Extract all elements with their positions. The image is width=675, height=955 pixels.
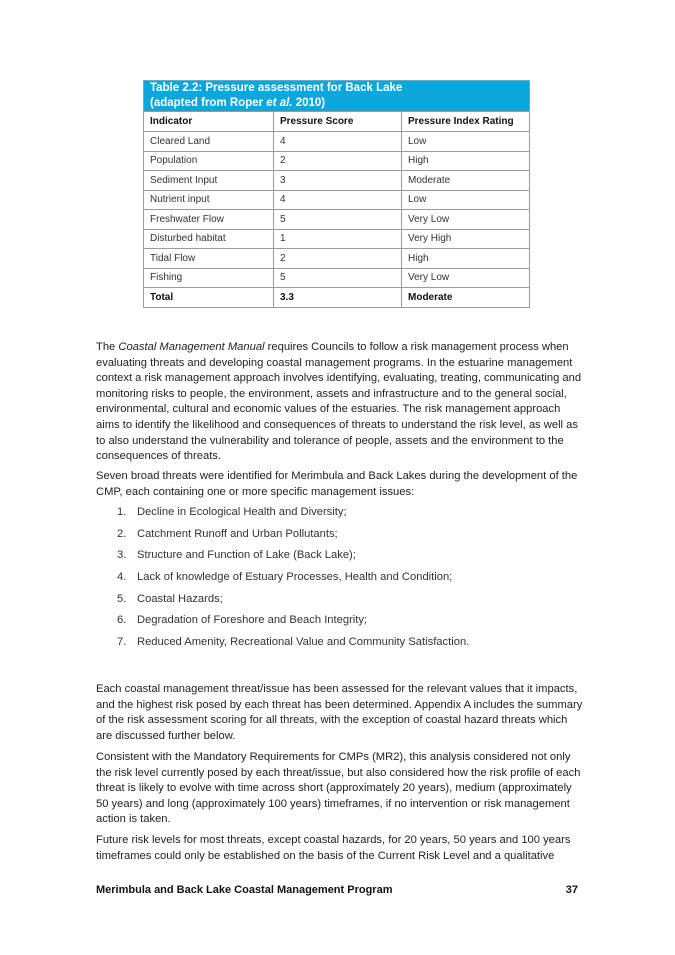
list-item: 5. Coastal Hazards;	[96, 592, 586, 614]
cell-rating: Very High	[401, 228, 530, 249]
cell-score: 2	[273, 248, 402, 269]
table-row: Sediment Input 3 Moderate	[143, 170, 530, 191]
cell-indicator: Fishing	[143, 267, 274, 288]
list-text: Reduced Amenity, Recreational Value and …	[137, 636, 470, 649]
paragraph-mandatory-requirements: Consistent with the Mandatory Requiremen…	[96, 750, 586, 833]
list-item: 6. Degradation of Foreshore and Beach Int…	[96, 613, 586, 635]
p3-text: Each coastal management threat/issue has…	[96, 683, 583, 742]
cell-score: 3	[273, 170, 402, 191]
list-number: 7.	[117, 636, 127, 649]
cell-score: 1	[273, 228, 402, 249]
column-header-pressure-index-rating: Pressure Index Rating	[401, 111, 530, 132]
list-text: Coastal Hazards;	[137, 592, 223, 605]
cell-rating: Very Low	[401, 209, 530, 230]
list-item: 1. Decline in Ecological Health and Diver…	[96, 505, 586, 527]
cell-indicator: Disturbed habitat	[143, 228, 274, 249]
cell-rating: Low	[401, 131, 530, 152]
pressure-assessment-table: Table 2.2: Pressure assessment for Back …	[143, 80, 530, 308]
cell-score: 4	[273, 189, 402, 210]
cell-score: 5	[273, 209, 402, 230]
table-row: Freshwater Flow 5 Very Low	[143, 209, 530, 230]
table-caption-line2-a: (adapted from Roper	[150, 97, 267, 109]
p1-rest: requires Councils to follow a risk manag…	[96, 341, 582, 463]
list-text: Structure and Function of Lake (Back Lak…	[137, 549, 356, 562]
cell-rating: Moderate	[401, 170, 530, 191]
table-caption-row: Table 2.2: Pressure assessment for Back …	[143, 80, 530, 112]
cell-score: 4	[273, 131, 402, 152]
total-rating: Moderate	[401, 287, 530, 308]
cell-indicator: Freshwater Flow	[143, 209, 274, 230]
list-text: Catchment Runoff and Urban Pollutants;	[137, 527, 338, 540]
paragraph-seven-threats: Seven broad threats were identified for …	[96, 469, 586, 505]
list-number: 6.	[117, 614, 127, 627]
paragraph-assessment: Each coastal management threat/issue has…	[96, 682, 586, 749]
table-caption: Table 2.2: Pressure assessment for Back …	[143, 80, 530, 112]
list-text: Decline in Ecological Health and Diversi…	[137, 506, 347, 518]
p4-text: Consistent with the Mandatory Requiremen…	[96, 751, 581, 826]
table-caption-line2-b: 2010)	[292, 97, 326, 109]
table-row: Population 2 High	[143, 150, 530, 171]
p5-text: Future risk levels for most threats, exc…	[96, 834, 571, 862]
table-caption-italic: et al.	[266, 97, 293, 109]
document-page: Table 2.2: Pressure assessment for Back …	[0, 0, 675, 955]
cell-indicator: Population	[143, 150, 274, 171]
cell-score: 5	[273, 267, 402, 288]
cell-score: 2	[273, 150, 402, 171]
p2-text: Seven broad threats were identified for …	[96, 470, 578, 498]
footer-document-title: Merimbula and Back Lake Coastal Manageme…	[96, 884, 393, 896]
cell-indicator: Sediment Input	[143, 170, 274, 191]
list-number: 1.	[117, 506, 127, 518]
list-number: 2.	[117, 527, 127, 540]
cell-rating: High	[401, 248, 530, 269]
list-text: Degradation of Foreshore and Beach Integ…	[137, 614, 368, 627]
cell-indicator: Tidal Flow	[143, 248, 274, 269]
threats-list: 1. Decline in Ecological Health and Diver…	[96, 505, 586, 657]
cell-rating: Very Low	[401, 267, 530, 288]
total-score: 3.3	[273, 287, 402, 308]
list-item: 4. Lack of knowledge of Estuary Processes…	[96, 570, 586, 592]
cell-rating: High	[401, 150, 530, 171]
table-row: Cleared Land 4 Low	[143, 131, 530, 152]
list-number: 5.	[117, 592, 127, 605]
paragraph-risk-management: The Coastal Management Manual requires C…	[96, 340, 586, 470]
list-item: 3. Structure and Function of Lake (Back L…	[96, 548, 586, 570]
table-row: Fishing 5 Very Low	[143, 267, 530, 288]
column-header-indicator: Indicator	[143, 111, 274, 132]
manual-title: Coastal Management Manual	[118, 341, 265, 353]
list-number: 4.	[117, 571, 127, 584]
p1-start: The	[96, 341, 119, 353]
table-caption-line1: Table 2.2: Pressure assessment for Back …	[150, 82, 403, 94]
total-label: Total	[143, 287, 274, 308]
paragraph-future-risk: Future risk levels for most threats, exc…	[96, 833, 586, 869]
table-header-row: Indicator Pressure Score Pressure Index …	[143, 111, 530, 132]
page-number: 37	[565, 884, 578, 896]
table-row: Disturbed habitat 1 Very High	[143, 228, 530, 249]
cell-rating: Low	[401, 189, 530, 210]
list-text: Lack of knowledge of Estuary Processes, …	[137, 571, 453, 584]
table-total-row: Total 3.3 Moderate	[143, 287, 530, 308]
cell-indicator: Cleared Land	[143, 131, 274, 152]
cell-indicator: Nutrient input	[143, 189, 274, 210]
list-number: 3.	[117, 549, 127, 562]
table-row: Nutrient input 4 Low	[143, 189, 530, 210]
list-item: 7. Reduced Amenity, Recreational Value an…	[96, 635, 586, 657]
column-header-pressure-score: Pressure Score	[273, 111, 402, 132]
list-item: 2. Catchment Runoff and Urban Pollutants;	[96, 527, 586, 549]
table-row: Tidal Flow 2 High	[143, 248, 530, 269]
